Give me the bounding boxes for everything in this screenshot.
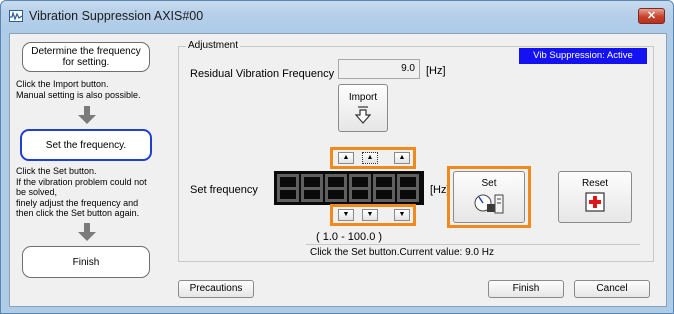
finish-button[interactable]: Finish bbox=[488, 280, 564, 298]
segment-digit bbox=[325, 174, 347, 202]
dialog-window: Vibration Suppression AXIS#00 ✕ Determin… bbox=[0, 0, 674, 314]
set-frequency-label: Set frequency bbox=[190, 184, 258, 196]
digit-down-button[interactable]: ▼ bbox=[338, 209, 354, 221]
residual-frequency-label: Residual Vibration Frequency bbox=[190, 68, 335, 80]
reset-cross-icon bbox=[585, 192, 605, 212]
segment-digit bbox=[349, 174, 371, 202]
adjustment-title: Adjustment bbox=[186, 40, 241, 51]
digit-up-button[interactable]: ▲ bbox=[338, 152, 354, 164]
step-2-note: Click the Set button. If the vibration p… bbox=[16, 166, 147, 218]
digit-up-button[interactable]: ▲ bbox=[362, 152, 378, 164]
segment-digit bbox=[277, 174, 299, 202]
step-determine-frequency: Determine the frequency for setting. bbox=[22, 42, 150, 72]
set-button[interactable]: Set bbox=[453, 171, 525, 223]
residual-frequency-value: 9.0 bbox=[338, 59, 420, 79]
close-button[interactable]: ✕ bbox=[638, 8, 665, 24]
reset-button[interactable]: Reset bbox=[558, 171, 632, 223]
precautions-button[interactable]: Precautions bbox=[178, 280, 254, 298]
segment-digit bbox=[301, 174, 323, 202]
dialog-client-area: Determine the frequency for setting. Cli… bbox=[9, 33, 667, 307]
import-label: Import bbox=[348, 92, 378, 103]
arrow-down-icon bbox=[78, 223, 96, 241]
window-title: Vibration Suppression AXIS#00 bbox=[29, 9, 204, 23]
frequency-range: ( 1.0 - 100.0 ) bbox=[316, 231, 383, 243]
digit-down-button[interactable]: ▼ bbox=[394, 209, 410, 221]
set-tuning-icon bbox=[474, 194, 504, 214]
step-finish: Finish bbox=[22, 246, 150, 278]
import-arrow-icon bbox=[354, 106, 372, 124]
import-button[interactable]: Import bbox=[338, 84, 388, 132]
segment-digit bbox=[397, 174, 419, 202]
reset-label: Reset bbox=[581, 178, 609, 189]
segment-digit bbox=[373, 174, 395, 202]
cancel-button[interactable]: Cancel bbox=[574, 280, 650, 298]
step-set-frequency: Set the frequency. bbox=[20, 129, 152, 161]
set-label: Set bbox=[481, 178, 497, 189]
digit-down-button[interactable]: ▼ bbox=[362, 209, 378, 221]
status-badge: Vib Suppression: Active bbox=[519, 48, 647, 64]
digit-up-button[interactable]: ▲ bbox=[394, 152, 410, 164]
status-hint: Click the Set button.Current value: 9.0 … bbox=[306, 244, 640, 258]
title-bar: Vibration Suppression AXIS#00 ✕ bbox=[1, 1, 673, 33]
residual-frequency-unit: [Hz] bbox=[426, 65, 446, 77]
arrow-down-icon bbox=[78, 106, 96, 124]
app-wave-icon bbox=[9, 10, 23, 22]
frequency-seven-segment-display bbox=[274, 171, 424, 205]
step-1-note: Click the Import button. Manual setting … bbox=[16, 79, 141, 100]
